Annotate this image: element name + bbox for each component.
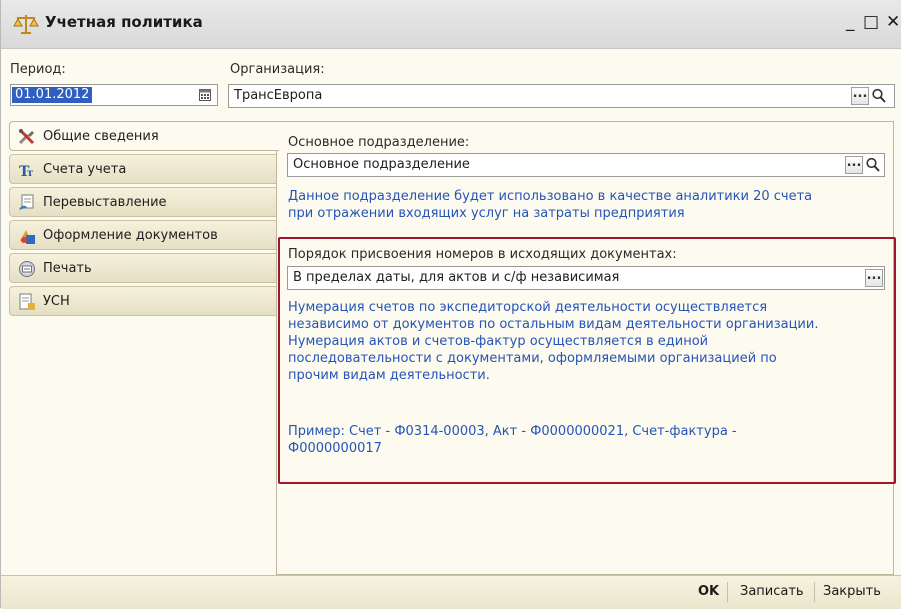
division-note-line: Данное подразделение будет использовано … (288, 189, 813, 204)
print-icon (19, 261, 35, 277)
reissue-icon (19, 194, 34, 210)
organization-field[interactable]: ТрансЕвропа ... (228, 84, 895, 108)
command-bar: OK Записать Закрыть (1, 575, 901, 609)
title-bar[interactable]: Учетная политика _ □ ✕ (1, 0, 901, 49)
window-title: Учетная политика (45, 13, 203, 31)
maximize-button[interactable]: □ (863, 12, 879, 32)
section-tabs: Общие сведения Т т Счета учета Перевыста… (9, 121, 279, 326)
accounts-icon: Т т (19, 164, 33, 179)
tab-accounts[interactable]: Т т Счета учета (9, 154, 277, 184)
tools-icon (18, 129, 35, 145)
division-value: Основное подразделение (293, 157, 470, 172)
highlight-frame (278, 237, 896, 484)
calendar-icon[interactable] (199, 89, 211, 101)
tab-general-label: Общие сведения (43, 129, 159, 144)
division-field[interactable]: Основное подразделение ... (287, 153, 885, 177)
organization-select-button[interactable]: ... (851, 87, 869, 105)
division-select-button[interactable]: ... (845, 156, 863, 174)
organization-value: ТрансЕвропа (234, 88, 323, 103)
division-note: Данное подразделение будет использовано … (288, 188, 812, 222)
tab-general[interactable]: Общие сведения (9, 121, 279, 151)
save-button[interactable]: Записать (740, 584, 804, 599)
policy-window: Учетная политика _ □ ✕ Период: 01.01.201… (0, 0, 901, 609)
tab-documents-label: Оформление документов (43, 228, 218, 243)
close-button[interactable]: Закрыть (823, 584, 881, 599)
documents-icon (20, 230, 35, 244)
separator (814, 582, 815, 602)
division-open-icon[interactable] (865, 156, 881, 174)
period-value[interactable]: 01.01.2012 (12, 87, 93, 103)
period-field[interactable]: 01.01.2012 (10, 84, 218, 106)
tab-usn[interactable]: УСН (9, 286, 277, 316)
minimize-button[interactable]: _ (846, 12, 855, 32)
separator (727, 582, 728, 602)
organization-label: Организация: (230, 62, 325, 77)
close-window-button[interactable]: ✕ (886, 12, 900, 32)
division-label: Основное подразделение: (288, 135, 470, 150)
tab-accounts-label: Счета учета (43, 162, 127, 177)
svg-text:т: т (27, 168, 33, 179)
tab-print-label: Печать (43, 261, 92, 276)
tab-print[interactable]: Печать (9, 253, 277, 283)
period-label: Период: (10, 62, 66, 77)
usn-icon (19, 293, 35, 310)
tab-usn-label: УСН (43, 294, 70, 309)
scales-icon (13, 15, 39, 34)
ok-button[interactable]: OK (698, 584, 719, 599)
tab-documents[interactable]: Оформление документов (9, 220, 277, 250)
division-note-line: при отражении входящих услуг на затраты … (288, 206, 685, 221)
organization-open-icon[interactable] (871, 87, 887, 105)
tab-reissue-label: Перевыставление (43, 195, 167, 210)
tab-reissue[interactable]: Перевыставление (9, 187, 277, 217)
